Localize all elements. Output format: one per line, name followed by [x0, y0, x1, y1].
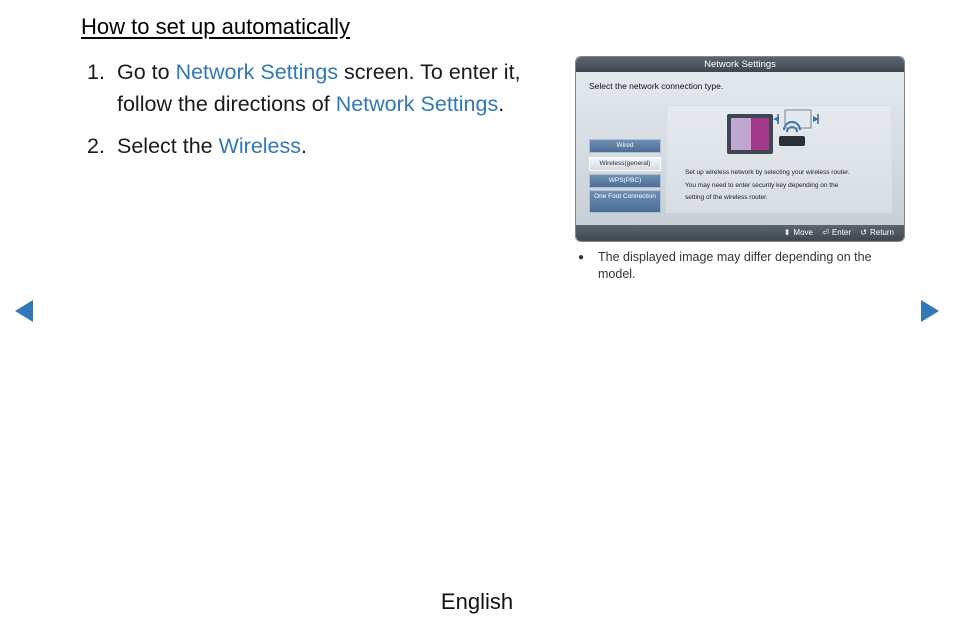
step-1: 1. Go to Network Settings screen. To ent…: [87, 56, 557, 120]
screenshot-title: Network Settings: [576, 57, 904, 72]
step-text: Select the Wireless.: [117, 130, 557, 162]
step-number: 1.: [87, 60, 105, 84]
step-2: 2. Select the Wireless.: [87, 130, 557, 162]
description-line: Set up wireless network by selecting you…: [685, 169, 850, 176]
option-wireless-general[interactable]: Wireless(general): [589, 157, 661, 171]
option-one-foot-connection[interactable]: One Foot Connection: [589, 190, 661, 213]
next-page-arrow-icon[interactable]: [921, 300, 939, 322]
wireless-link[interactable]: Wireless: [219, 134, 301, 158]
language-label: English: [440, 589, 514, 614]
page-heading: How to set up automatically: [81, 14, 351, 39]
screenshot-prompt: Select the network connection type.: [589, 81, 724, 91]
description-line: You may need to enter security key depen…: [685, 181, 839, 189]
image-note: ● The displayed image may differ dependi…: [578, 249, 898, 283]
return-label: Return: [869, 228, 894, 237]
move-icon: ⬍: [783, 228, 791, 237]
steps-list: 1. Go to Network Settings screen. To ent…: [87, 56, 557, 172]
step-number: 2.: [87, 134, 105, 158]
enter-icon: ⏎: [822, 228, 829, 237]
screenshot-footer: ⬍ Move ⏎ Enter ↺ Return: [576, 225, 904, 241]
return-icon: ↺: [860, 228, 867, 237]
enter-label: Enter: [831, 228, 852, 237]
option-wired[interactable]: Wired: [589, 139, 661, 153]
description-line: setting of the wireless router.: [685, 194, 768, 201]
step-text-part: .: [301, 134, 307, 158]
step-text-part: .: [498, 92, 505, 116]
option-wps-pbc[interactable]: WPS(PBC): [589, 174, 661, 188]
step-text: Go to Network Settings screen. To enter …: [117, 56, 557, 120]
bullet-icon: ●: [578, 252, 585, 263]
network-settings-link[interactable]: Network Settings: [336, 92, 499, 116]
move-label: Move: [793, 228, 813, 237]
screenshot-description: Set up wireless network by selecting you…: [685, 167, 850, 205]
previous-page-arrow-icon[interactable]: [15, 300, 33, 322]
network-settings-screenshot: Network Settings Select the network conn…: [576, 57, 904, 241]
note-text: The displayed image may differ depending…: [598, 250, 872, 281]
step-text-part: Go to: [117, 60, 176, 84]
network-settings-link[interactable]: Network Settings: [176, 60, 339, 84]
step-text-part: Select the: [117, 134, 219, 158]
